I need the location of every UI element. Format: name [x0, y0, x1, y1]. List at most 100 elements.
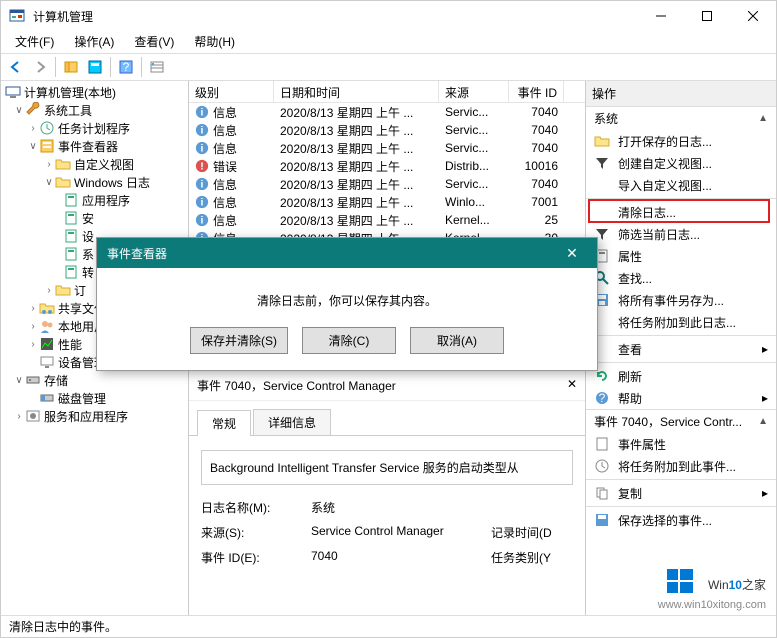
tree-custom-views[interactable]: ›自定义视图 [3, 155, 186, 173]
dialog-title: 事件查看器 [107, 245, 167, 262]
table-row[interactable]: i信息2020/8/13 星期四 上午 ...Winlo...7001 [189, 193, 585, 211]
action-create-custom[interactable]: 创建自定义视图... [586, 152, 776, 174]
action-filter-current[interactable]: 筛选当前日志... [586, 223, 776, 245]
expand-icon[interactable]: › [43, 285, 55, 296]
header-eventid[interactable]: 事件 ID [509, 81, 564, 102]
forward-button[interactable] [29, 56, 51, 78]
minimize-button[interactable] [638, 1, 684, 31]
detail-pane: 事件 7040，Service Control Manager ✕ 常规 详细信息… [189, 371, 585, 615]
collapse-icon[interactable]: ∨ [43, 177, 55, 188]
log-icon [63, 246, 79, 262]
svg-text:i: i [201, 107, 204, 119]
tool-views[interactable] [146, 56, 168, 78]
watermark-url: www.win10xitong.com [658, 599, 766, 611]
tool-show-hide[interactable] [60, 56, 82, 78]
save-icon [594, 512, 610, 528]
header-datetime[interactable]: 日期和时间 [274, 81, 439, 102]
tree-disk-mgmt[interactable]: 磁盘管理 [3, 389, 186, 407]
log-icon [63, 264, 79, 280]
header-source[interactable]: 来源 [439, 81, 509, 102]
menu-action[interactable]: 操作(A) [64, 31, 124, 53]
dialog-message: 清除日志前，你可以保存其内容。 [117, 292, 577, 309]
dialog-save-clear-button[interactable]: 保存并清除(S) [190, 327, 288, 354]
source-label: 来源(S): [201, 524, 311, 541]
tool-properties[interactable] [84, 56, 106, 78]
table-row[interactable]: i信息2020/8/13 星期四 上午 ...Servic...7040 [189, 175, 585, 193]
table-row[interactable]: i信息2020/8/13 星期四 上午 ...Servic...7040 [189, 103, 585, 121]
tab-general[interactable]: 常规 [197, 410, 251, 436]
table-row[interactable]: i信息2020/8/13 星期四 上午 ...Servic...7040 [189, 121, 585, 139]
collapse-icon[interactable]: ∨ [13, 105, 25, 116]
tree-windows-logs[interactable]: ∨Windows 日志 [3, 173, 186, 191]
expand-icon[interactable]: › [13, 411, 25, 422]
expand-icon[interactable]: › [27, 339, 39, 350]
tree-event-viewer[interactable]: ∨事件查看器 [3, 137, 186, 155]
action-open-saved[interactable]: 打开保存的日志... [586, 130, 776, 152]
action-refresh[interactable]: 刷新 [586, 365, 776, 387]
action-view[interactable]: 查看▸ [586, 338, 776, 360]
close-button[interactable] [730, 1, 776, 31]
action-event-properties[interactable]: 事件属性 [586, 433, 776, 455]
log-icon [63, 210, 79, 226]
action-import-custom[interactable]: 导入自定义视图... [586, 174, 776, 196]
expand-icon[interactable]: › [27, 123, 39, 134]
tree-services-apps[interactable]: ›服务和应用程序 [3, 407, 186, 425]
tab-details[interactable]: 详细信息 [253, 409, 331, 435]
action-copy[interactable]: 复制▸ [586, 482, 776, 504]
collapse-icon[interactable]: ▲ [758, 416, 768, 427]
log-icon [63, 192, 79, 208]
expand-icon[interactable]: › [27, 321, 39, 332]
chevron-right-icon: ▸ [762, 342, 768, 356]
detail-title: 事件 7040，Service Control Manager [197, 377, 396, 394]
tree-system-tools[interactable]: ∨系统工具 [3, 101, 186, 119]
table-row[interactable]: !错误2020/8/13 星期四 上午 ...Distrib...10016 [189, 157, 585, 175]
actions-pane: 操作 系统▲ 打开保存的日志... 创建自定义视图... 导入自定义视图... … [586, 81, 776, 615]
collapse-icon[interactable]: ∨ [13, 375, 25, 386]
tree-storage[interactable]: ∨存储 [3, 371, 186, 389]
open-icon [594, 133, 610, 149]
tool-help[interactable]: ? [115, 56, 137, 78]
header-level[interactable]: 级别 [189, 81, 274, 102]
action-attach-task-log[interactable]: 将任务附加到此日志... [586, 311, 776, 333]
menu-help[interactable]: 帮助(H) [184, 31, 245, 53]
action-help[interactable]: ?帮助▸ [586, 387, 776, 409]
action-save-events-as[interactable]: 将所有事件另存为... [586, 289, 776, 311]
table-row[interactable]: i信息2020/8/13 星期四 上午 ...Kernel...25 [189, 211, 585, 229]
properties-icon [594, 436, 610, 452]
dialog-close-button[interactable]: ✕ [557, 245, 587, 262]
tree-application-log[interactable]: 应用程序 [3, 191, 186, 209]
tree-task-scheduler[interactable]: ›任务计划程序 [3, 119, 186, 137]
action-properties[interactable]: 属性 [586, 245, 776, 267]
dialog-clear-button[interactable]: 清除(C) [302, 327, 396, 354]
shared-icon [39, 300, 55, 316]
expand-icon[interactable]: › [27, 303, 39, 314]
tree-security-log[interactable]: 安 [3, 209, 186, 227]
actions-header: 操作 [586, 81, 776, 107]
svg-text:i: i [201, 125, 204, 137]
detail-title-bar: 事件 7040，Service Control Manager ✕ [189, 371, 585, 401]
menu-view[interactable]: 查看(V) [124, 31, 184, 53]
computer-icon [5, 84, 21, 100]
svg-text:i: i [201, 215, 204, 227]
statusbar: 清除日志中的事件。 [1, 615, 776, 637]
taskcat-label: 任务类别(Y [491, 549, 551, 566]
action-attach-task-event[interactable]: 将任务附加到此事件... [586, 455, 776, 477]
dialog-cancel-button[interactable]: 取消(A) [410, 327, 504, 354]
status-text: 清除日志中的事件。 [9, 618, 117, 635]
back-button[interactable] [5, 56, 27, 78]
expand-icon[interactable]: › [43, 159, 55, 170]
detail-close-icon[interactable]: ✕ [567, 377, 577, 394]
eventid-value: 7040 [311, 549, 491, 566]
action-find[interactable]: 查找... [586, 267, 776, 289]
menu-file[interactable]: 文件(F) [5, 31, 64, 53]
action-save-selected[interactable]: 保存选择的事件... [586, 509, 776, 531]
maximize-button[interactable] [684, 1, 730, 31]
collapse-icon[interactable]: ▲ [758, 113, 768, 124]
tree-root[interactable]: 计算机管理(本地) [3, 83, 186, 101]
logname-value: 系统 [311, 499, 335, 516]
eventid-label: 事件 ID(E): [201, 549, 311, 566]
collapse-icon[interactable]: ∨ [27, 141, 39, 152]
event-viewer-icon [39, 138, 55, 154]
help-icon: ? [594, 390, 610, 406]
table-row[interactable]: i信息2020/8/13 星期四 上午 ...Servic...7040 [189, 139, 585, 157]
